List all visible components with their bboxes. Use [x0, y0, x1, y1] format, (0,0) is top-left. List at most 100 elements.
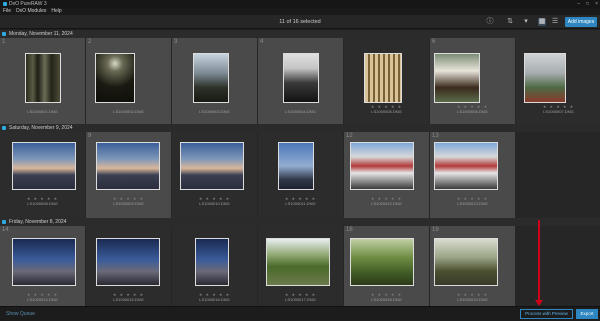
menu-help[interactable]: Help: [51, 8, 61, 15]
thumbnail-filename: LS1000004.DNG: [285, 109, 316, 114]
info-icon[interactable]: ⓘ: [486, 18, 494, 26]
annotation-arrow: [538, 220, 540, 304]
thumbnail-filename: LS1000015.DNG: [113, 297, 144, 302]
thumbnail-row: 1 LS1000001.DNG 2 LS1000002.DNG 3 LS1000003.D…: [0, 38, 600, 124]
sort-icon[interactable]: ⇅: [506, 18, 514, 26]
thumbnail-cell[interactable]: ★ ★ ★ ★ ★ LS1000007.DNG: [516, 38, 600, 124]
group-checkbox-icon[interactable]: [2, 32, 6, 36]
thumbnail-image[interactable]: [195, 238, 229, 286]
thumbnail-cell[interactable]: 13 ★ ★ ★ ★ ★ LS1000013.DNG: [430, 132, 515, 218]
title-bar: DxO PureRAW 3 – □ ×: [0, 0, 600, 8]
thumbnail-cell[interactable]: 4 LS1000004.DNG: [258, 38, 343, 124]
thumbnail-image[interactable]: [12, 238, 76, 286]
thumbnail-cell[interactable]: 6 ★ ★ ★ ★ ★ LS1000006.DNG: [430, 38, 515, 124]
thumbnail-index: 12: [346, 133, 353, 139]
list-icon[interactable]: ☰: [551, 18, 559, 26]
minimize-icon[interactable]: –: [577, 0, 580, 8]
thumbnail-cell[interactable]: 9 ★ ★ ★ ★ ★ LS1000009.DNG: [86, 132, 171, 218]
thumbnail-filename: LS1000008.DNG: [27, 201, 58, 206]
menu-dxo-modules[interactable]: DxO Modules: [16, 8, 46, 15]
maximize-icon[interactable]: □: [586, 0, 589, 8]
thumbnail-row: ★ ★ ★ ★ ★ LS1000008.DNG 9 ★ ★ ★ ★ ★ LS100000…: [0, 132, 600, 218]
thumbnail-image[interactable]: [96, 238, 160, 286]
thumbnail-filename: LS1000013.DNG: [457, 201, 488, 206]
process-with-preview-button[interactable]: Process with Preview: [520, 309, 573, 319]
menu-bar: File DxO Modules Help: [0, 8, 600, 15]
thumbnail-filename: LS1000018.DNG: [371, 297, 402, 302]
menu-file[interactable]: File: [3, 8, 11, 15]
thumbnail-index: 1: [2, 39, 6, 45]
thumbnail-image[interactable]: [12, 142, 76, 190]
thumbnail-cell[interactable]: ★ ★ ★ ★ ★ LS1000015.DNG: [86, 226, 171, 312]
group-header[interactable]: Monday, November 11, 2024: [0, 30, 600, 38]
group-header[interactable]: Saturday, November 9, 2024: [0, 124, 600, 132]
window-controls: – □ ×: [577, 0, 598, 8]
thumbnail-image[interactable]: [364, 53, 402, 103]
toolbar: 11 of 16 selected ⓘ ⇅ ▾ ▦ ☰ Add images: [0, 15, 600, 29]
grid-icon[interactable]: ▦: [538, 18, 546, 26]
thumbnail-image[interactable]: [434, 142, 498, 190]
app-title: DxO PureRAW 3: [9, 1, 47, 7]
group-date-label: Saturday, November 9, 2024: [9, 125, 73, 131]
thumbnail-image[interactable]: [25, 53, 61, 103]
thumbnail-cell[interactable]: 12 ★ ★ ★ ★ ★ LS1000012.DNG: [344, 132, 429, 218]
annotation-arrow-head: [535, 300, 543, 306]
show-queue-link[interactable]: Show Queue: [6, 307, 35, 321]
thumbnail-index: 18: [346, 227, 353, 233]
thumbnail-image[interactable]: [193, 53, 229, 103]
thumbnail-filename: LS1000007.DNG: [543, 109, 574, 114]
thumbnail-image[interactable]: [96, 142, 160, 190]
thumbnail-filename: LS1000009.DNG: [113, 201, 144, 206]
thumbnail-filename: LS1000006.DNG: [457, 109, 488, 114]
thumbnail-image[interactable]: [180, 142, 244, 190]
thumbnail-image[interactable]: [524, 53, 566, 103]
thumbnail-cell[interactable]: 1 LS1000001.DNG: [0, 38, 85, 124]
thumbnail-index: 14: [2, 227, 9, 233]
add-images-button[interactable]: Add images: [565, 17, 597, 27]
thumbnail-index: 6: [432, 39, 436, 45]
thumbnail-cell[interactable]: 2 LS1000002.DNG: [86, 38, 171, 124]
thumbnail-index: 19: [432, 227, 439, 233]
thumbnail-image[interactable]: [95, 53, 135, 103]
thumbnail-row: 14 ★ ★ ★ ★ ★ LS1000014.DNG ★ ★ ★ ★ ★ LS10000…: [0, 226, 600, 312]
close-icon[interactable]: ×: [595, 0, 598, 8]
thumbnail-index: 9: [88, 133, 92, 139]
thumbnail-cell[interactable]: ★ ★ ★ ★ ★ LS1000011.DNG: [258, 132, 343, 218]
group-date-label: Monday, November 11, 2024: [9, 31, 73, 37]
thumbnail-image[interactable]: [266, 238, 330, 286]
app-logo-icon: [3, 2, 7, 6]
group-date-label: Friday, November 8, 2024: [9, 219, 67, 225]
thumbnail-filename: LS1000017.DNG: [285, 297, 316, 302]
thumbnail-cell[interactable]: 18 ★ ★ ★ ★ ★ LS1000018.DNG: [344, 226, 429, 312]
thumbnail-image[interactable]: [278, 142, 314, 190]
thumbnail-index: 3: [174, 39, 178, 45]
thumbnail-cell[interactable]: ★ ★ ★ ★ ★ LS1000005.DNG: [344, 38, 429, 124]
thumbnail-index: 2: [88, 39, 92, 45]
thumbnail-image[interactable]: [434, 53, 480, 103]
thumbnail-cell[interactable]: 3 LS1000003.DNG: [172, 38, 257, 124]
thumbnail-filename: LS1000011.DNG: [285, 201, 316, 206]
thumbnail-cell[interactable]: 14 ★ ★ ★ ★ ★ LS1000014.DNG: [0, 226, 85, 312]
thumbnail-filename: LS1000005.DNG: [371, 109, 402, 114]
thumbnail-cell[interactable]: ★ ★ ★ ★ ★ LS1000010.DNG: [172, 132, 257, 218]
thumbnail-cell[interactable]: ★ ★ ★ ★ ★ LS1000016.DNG: [172, 226, 257, 312]
thumbnail-cell[interactable]: ★ ★ ★ ★ ★ LS1000017.DNG: [258, 226, 343, 312]
thumbnail-image[interactable]: [350, 238, 414, 286]
group-checkbox-icon[interactable]: [2, 220, 6, 224]
thumbnail-cell[interactable]: ★ ★ ★ ★ ★ LS1000008.DNG: [0, 132, 85, 218]
bottom-bar: Show Queue Process with Preview Export: [0, 306, 600, 320]
export-button[interactable]: Export: [576, 309, 598, 319]
thumbnail-filename: LS1000002.DNG: [113, 109, 144, 114]
thumbnail-filename: LS1000016.DNG: [199, 297, 230, 302]
thumbnail-index: 13: [432, 133, 439, 139]
thumbnail-filename: LS1000001.DNG: [27, 109, 58, 114]
group-checkbox-icon[interactable]: [2, 126, 6, 130]
thumbnail-filename: LS1000019.DNG: [457, 297, 488, 302]
thumbnail-image[interactable]: [434, 238, 498, 286]
thumbnail-index: 4: [260, 39, 264, 45]
thumbnail-image[interactable]: [350, 142, 414, 190]
group-header[interactable]: Friday, November 8, 2024: [0, 218, 600, 226]
filter-icon[interactable]: ▾: [522, 18, 530, 26]
thumbnail-image[interactable]: [283, 53, 319, 103]
thumbnail-cell[interactable]: 19 ★ ★ ★ ★ ★ LS1000019.DNG: [430, 226, 515, 312]
